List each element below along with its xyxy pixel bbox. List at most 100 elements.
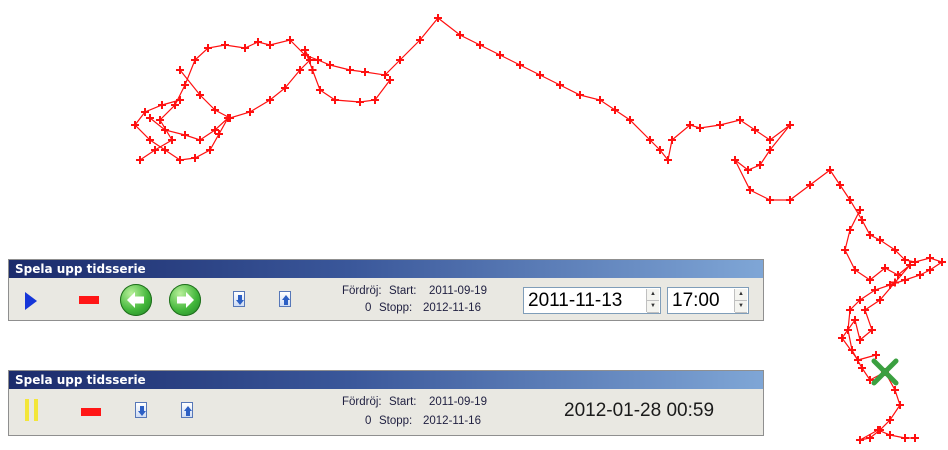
time-spinbox[interactable]: 17:00 ▲ ▼ [667, 287, 749, 314]
gps-fix-marker [136, 156, 144, 164]
gps-fix-marker [901, 434, 909, 442]
gps-fix-marker [576, 91, 584, 99]
spin-down-icon[interactable]: ▼ [735, 301, 747, 313]
spin-up-icon[interactable]: ▲ [647, 289, 659, 301]
gps-fix-marker [161, 146, 169, 154]
panel-title: Spela upp tidsserie [9, 371, 763, 389]
gps-fix-marker [751, 126, 759, 134]
step-down-icon[interactable] [233, 291, 245, 307]
gps-fix-marker [746, 186, 754, 194]
gps-fix-marker [836, 181, 844, 189]
gps-fix-marker [841, 246, 849, 254]
pause-icon[interactable] [25, 399, 39, 421]
step-up-icon[interactable] [181, 402, 193, 418]
gps-fix-marker [215, 130, 223, 138]
gps-fix-marker [241, 44, 249, 52]
start-date: 2011-09-19 [429, 285, 487, 297]
gps-fix-marker [206, 146, 214, 154]
start-label: Start: [389, 396, 417, 408]
gps-fix-marker [696, 124, 704, 132]
playback-panel-paused: Spela upp tidsserie Fördröj: 0 Start: 20… [8, 370, 764, 436]
gps-fix-marker [611, 106, 619, 114]
panel-title: Spela upp tidsserie [9, 260, 763, 278]
stop-date: 2012-11-16 [423, 415, 481, 427]
delay-value: 0 [365, 415, 372, 427]
gps-fix-marker [851, 266, 859, 274]
date-spinbox[interactable]: 2011-11-13 ▲ ▼ [523, 287, 661, 314]
gps-fix-marker [838, 334, 846, 342]
gps-fix-marker [858, 364, 866, 372]
gps-track-line [841, 209, 911, 361]
gps-fix-marker [871, 286, 879, 294]
gps-fix-marker [886, 431, 894, 439]
playback-panel-playing: Spela upp tidsserie Fördröj: 0 Start: 20… [8, 259, 764, 321]
gps-fix-marker [866, 231, 874, 239]
gps-fix-marker [556, 81, 564, 89]
time-spin-buttons[interactable]: ▲ ▼ [734, 289, 747, 313]
stop-label: Stopp: [379, 415, 413, 427]
stop-icon[interactable] [79, 296, 99, 304]
start-label: Start: [389, 285, 417, 297]
x-marker-icon [871, 358, 899, 386]
gps-fix-marker [316, 86, 324, 94]
back-arrow-icon[interactable] [120, 284, 152, 316]
gps-fix-marker [856, 436, 864, 444]
gps-fix-marker [361, 68, 369, 76]
step-up-icon[interactable] [279, 291, 291, 307]
gps-fix-marker [266, 41, 274, 49]
gps-fix-marker [596, 96, 604, 104]
gps-fix-marker [356, 98, 364, 106]
current-datetime: 2012-01-28 00:59 [564, 400, 715, 421]
spin-up-icon[interactable]: ▲ [735, 289, 747, 301]
gps-fix-marker [181, 131, 189, 139]
start-date: 2011-09-19 [429, 396, 487, 408]
stop-icon[interactable] [81, 408, 101, 416]
gps-fix-marker [901, 276, 909, 284]
delay-value: 0 [365, 302, 372, 314]
gps-fix-marker [872, 351, 880, 359]
gps-fix-marker [314, 56, 322, 64]
panel-toolbar: Fördröj: 0 Start: 2011-09-19 Stopp: 2012… [9, 278, 763, 322]
forward-arrow-icon[interactable] [169, 284, 201, 316]
delay-label: Fördröj: [342, 285, 382, 297]
gps-fix-marker [181, 81, 189, 89]
gps-fix-marker [876, 236, 884, 244]
gps-fix-marker [191, 154, 199, 162]
gps-fix-marker [196, 136, 204, 144]
gps-fix-marker [308, 66, 317, 74]
gps-fix-marker [861, 306, 869, 314]
stop-label: Stopp: [379, 302, 413, 314]
gps-fix-marker [496, 51, 504, 59]
gps-fix-marker [938, 258, 946, 266]
gps-fix-marker [246, 108, 254, 116]
gps-fix-marker [254, 38, 262, 46]
gps-fix-marker [851, 316, 859, 324]
gps-fix-marker [176, 96, 184, 104]
gps-fix-marker [326, 61, 334, 69]
play-icon[interactable] [25, 292, 37, 310]
gps-fix-marker [716, 121, 724, 129]
gps-fix-marker [331, 96, 339, 104]
gps-fix-marker [756, 161, 764, 169]
delay-label: Fördröj: [342, 396, 382, 408]
date-value: 2011-11-13 [528, 290, 623, 311]
gps-fix-marker [476, 41, 484, 49]
gps-fix-marker [896, 401, 904, 409]
step-down-icon[interactable] [135, 402, 147, 418]
gps-fix-marker [911, 434, 919, 442]
gps-fix-marker [891, 386, 899, 394]
gps-fix-marker [346, 66, 354, 74]
gps-fix-marker [168, 136, 176, 144]
gps-fix-marker [766, 196, 774, 204]
gps-fix-marker [516, 61, 524, 69]
gps-fix-marker [858, 216, 866, 224]
gps-fix-marker [151, 146, 159, 154]
gps-fix-marker [846, 226, 854, 234]
gps-fix-marker [916, 271, 924, 279]
stop-date: 2012-11-16 [423, 302, 481, 314]
gps-fix-marker [176, 156, 184, 164]
time-value: 17:00 [672, 290, 720, 311]
gps-fix-marker [158, 101, 166, 109]
date-spin-buttons[interactable]: ▲ ▼ [646, 289, 659, 313]
spin-down-icon[interactable]: ▼ [647, 301, 659, 313]
